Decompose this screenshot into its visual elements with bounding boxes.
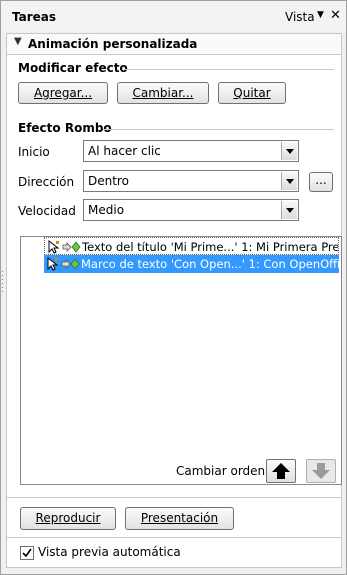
section-header[interactable]: ▼ Animación personalizada <box>7 34 341 55</box>
speed-label: Velocidad <box>18 204 76 218</box>
list-item[interactable]: Marco de texto 'Con Open...' 1: Con Open… <box>44 255 339 273</box>
effect-heading: Efecto Rombo <box>18 121 112 135</box>
speed-value: Medio <box>88 203 125 217</box>
change-button-label: Cambiar... <box>132 86 194 100</box>
move-up-button[interactable] <box>266 459 296 483</box>
resize-grip-icon[interactable] <box>1 269 4 299</box>
modify-effect-heading: Modificar efecto <box>18 61 128 75</box>
close-icon[interactable]: ✕ <box>330 8 341 23</box>
start-value: Al hacer clic <box>88 144 161 158</box>
pane-titlebar: Tareas Vista ▼ ✕ <box>1 1 346 31</box>
section-title: Animación personalizada <box>28 37 198 51</box>
divider <box>7 497 341 498</box>
play-button[interactable]: Reproducir <box>20 507 116 530</box>
divider <box>124 69 334 70</box>
divider <box>7 537 341 538</box>
divider <box>103 129 334 130</box>
remove-button-label: Quitar <box>233 86 271 100</box>
remove-button[interactable]: Quitar <box>218 82 286 104</box>
custom-animation-panel: ▼ Animación personalizada Modificar efec… <box>6 33 342 568</box>
direction-select[interactable]: Dentro <box>83 170 299 192</box>
direction-label: Dirección <box>18 175 75 189</box>
list-item-text: Marco de texto 'Con Open...' 1: Con Open… <box>81 257 339 271</box>
chevron-down-icon[interactable] <box>281 172 297 190</box>
add-button-label: Agregar... <box>33 86 93 100</box>
chevron-down-icon[interactable] <box>281 142 297 160</box>
speed-select[interactable]: Medio <box>83 199 299 221</box>
start-select[interactable]: Al hacer clic <box>83 140 299 162</box>
arrow-down-icon <box>312 463 330 479</box>
add-button[interactable]: Agregar... <box>18 82 108 104</box>
start-label: Inicio <box>18 145 50 159</box>
view-dropdown-arrow-icon[interactable]: ▼ <box>317 10 324 20</box>
effect-options-button[interactable]: ... <box>309 172 333 192</box>
presentation-button[interactable]: Presentación <box>125 507 234 530</box>
list-item[interactable]: Texto del título 'Mi Prime...' 1: Mi Pri… <box>44 237 339 255</box>
list-item-text: Texto del título 'Mi Prime...' 1: Mi Pri… <box>82 240 339 254</box>
move-down-button[interactable] <box>306 459 336 483</box>
on-click-effect-icon <box>48 240 81 254</box>
view-menu[interactable]: Vista <box>285 10 315 24</box>
on-click-effect-icon <box>47 257 80 271</box>
tasks-pane: Tareas Vista ▼ ✕ ▼ Animación personaliza… <box>0 0 347 575</box>
autopreview-label[interactable]: Vista previa automática <box>38 545 181 559</box>
pane-title: Tareas <box>12 10 57 24</box>
arrow-up-icon <box>272 463 290 479</box>
change-button[interactable]: Cambiar... <box>117 82 209 104</box>
chevron-down-icon[interactable] <box>281 201 297 219</box>
presentation-button-label: Presentación <box>140 511 219 525</box>
change-order-label: Cambiar orden: <box>176 464 270 478</box>
collapse-chevron-icon[interactable]: ▼ <box>14 36 22 47</box>
autopreview-checkbox[interactable] <box>20 546 34 560</box>
direction-value: Dentro <box>88 174 129 188</box>
play-button-label: Reproducir <box>35 511 101 525</box>
animation-list[interactable]: Texto del título 'Mi Prime...' 1: Mi Pri… <box>20 236 342 485</box>
check-icon <box>22 548 32 558</box>
